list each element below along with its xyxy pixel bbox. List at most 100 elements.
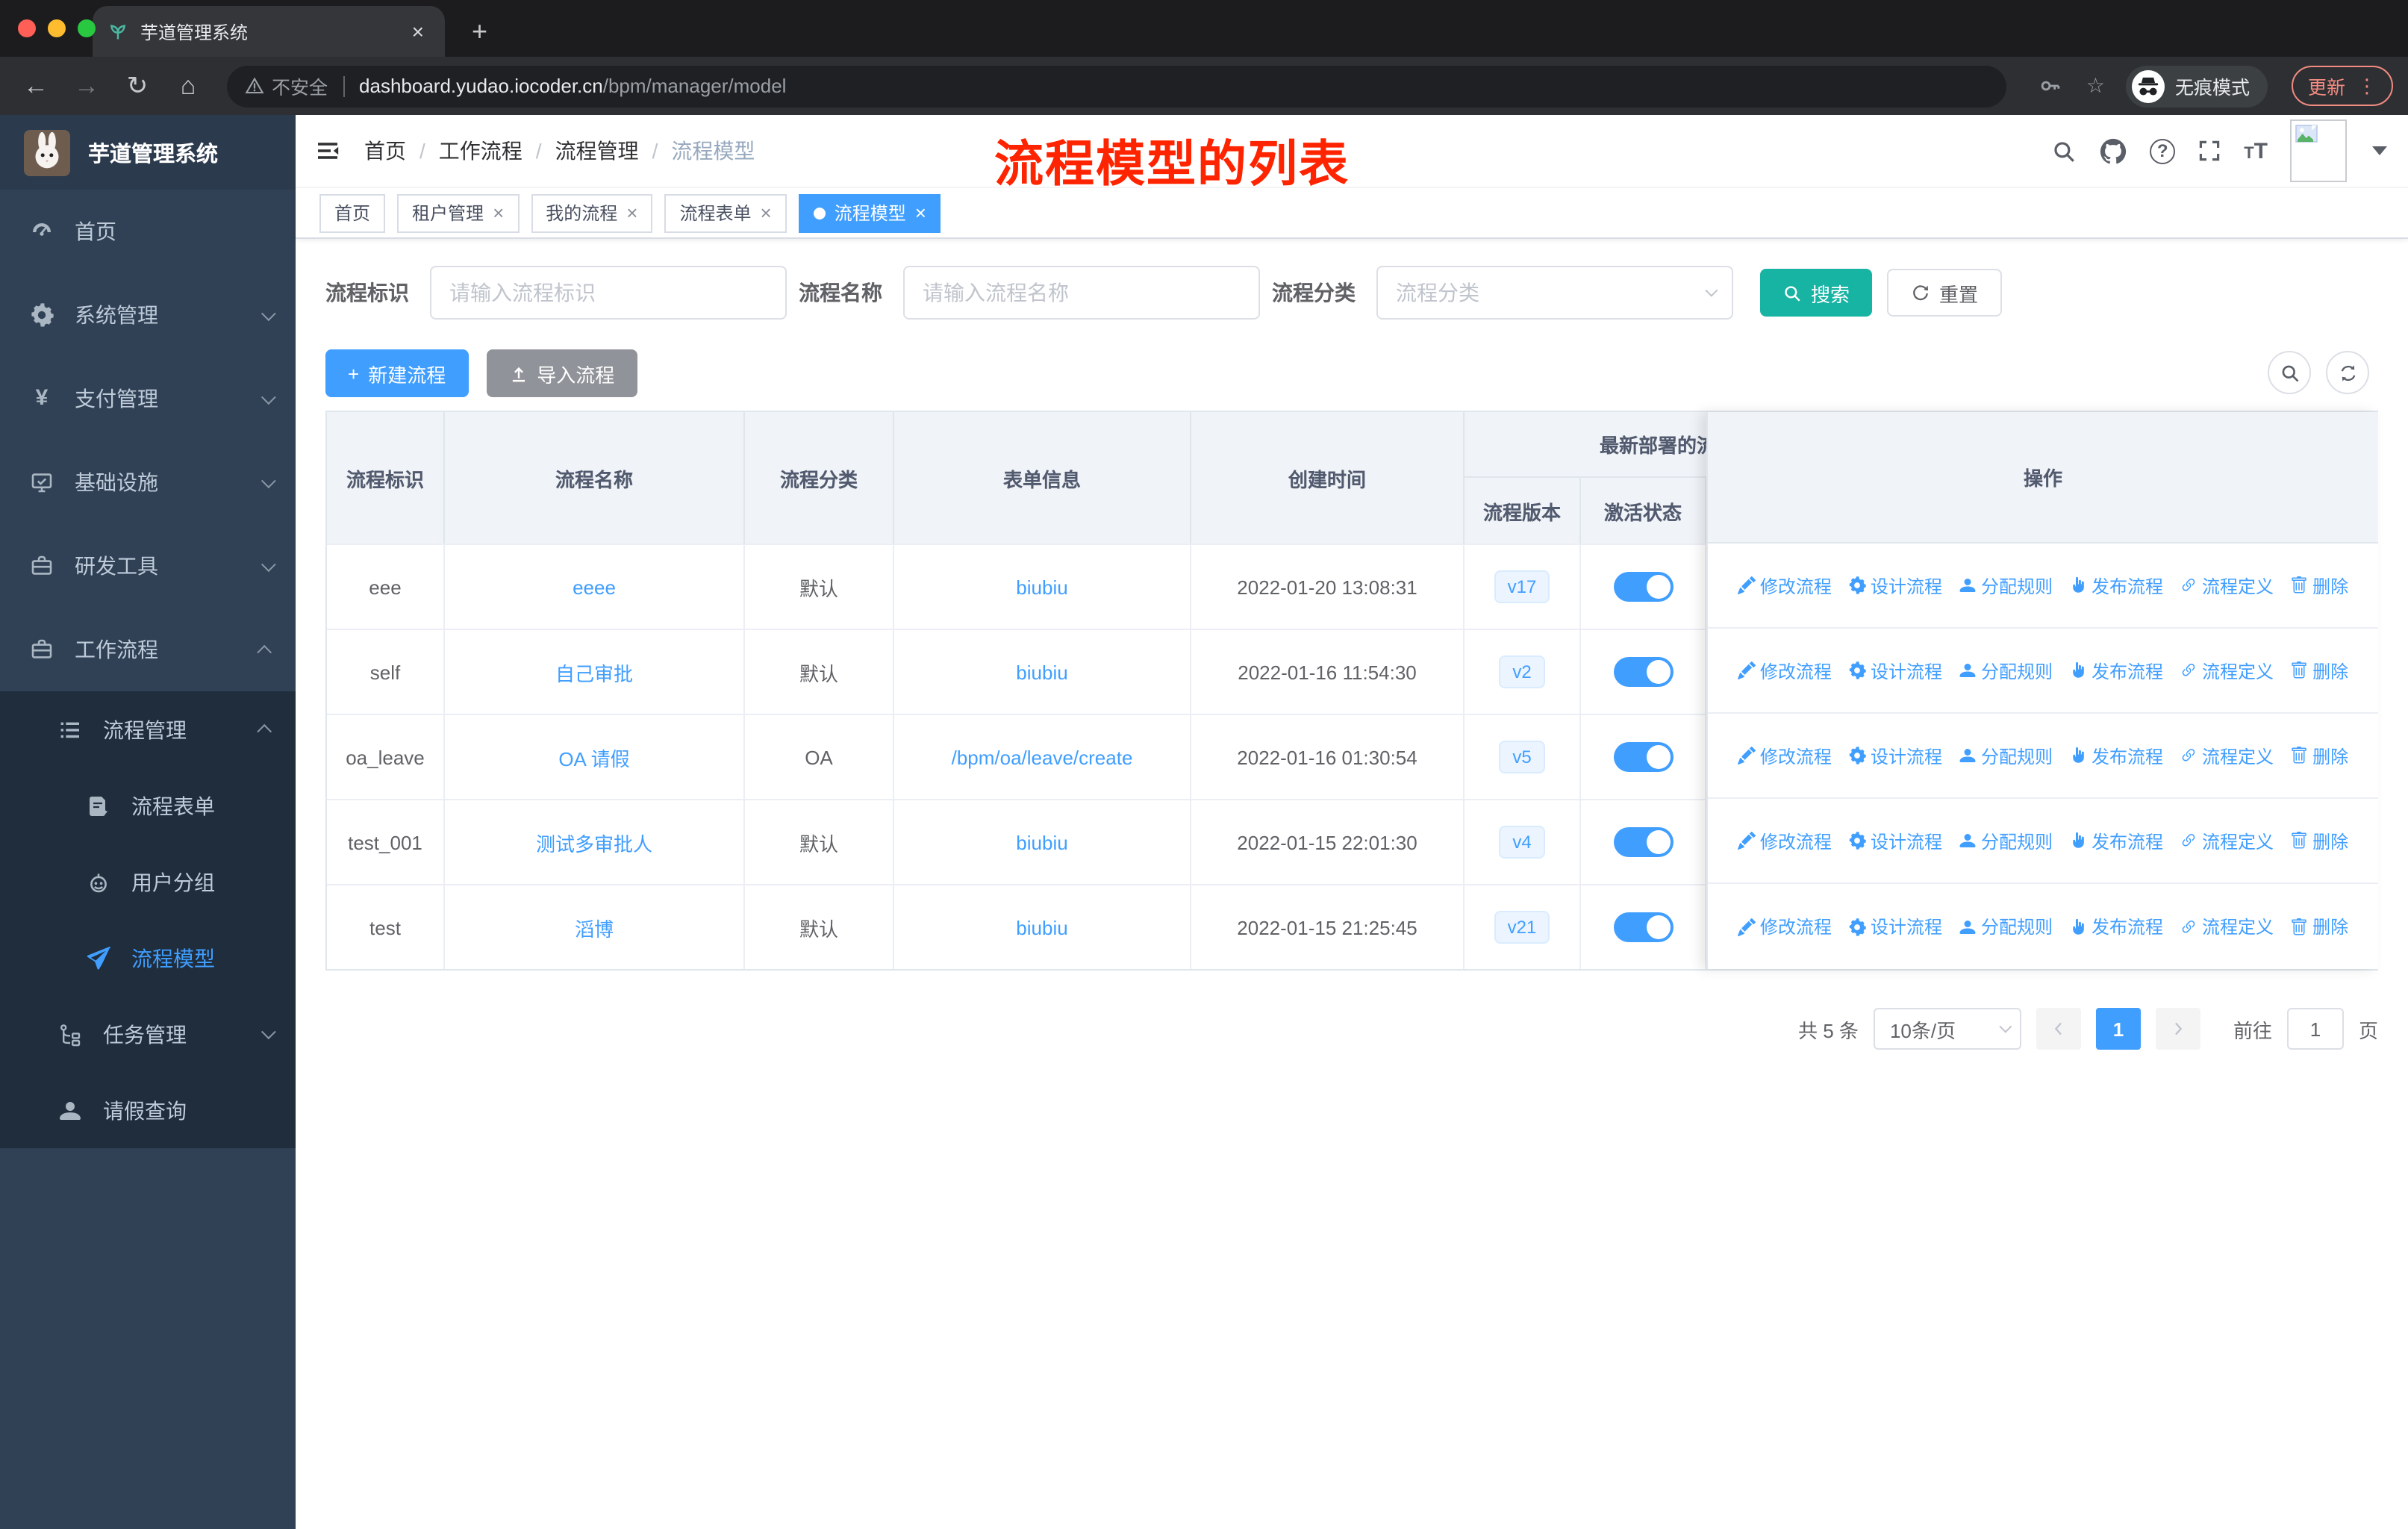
status-toggle[interactable] (1613, 827, 1673, 857)
status-toggle[interactable] (1613, 572, 1673, 602)
tag-my-process[interactable]: 我的流程 × (531, 193, 653, 232)
form-info-link[interactable]: biubiu (1016, 661, 1067, 683)
help-icon[interactable]: ? (2150, 138, 2176, 164)
publish-process-link[interactable]: 发布流程 (2069, 914, 2163, 939)
minimize-window-button[interactable] (48, 19, 66, 37)
publish-process-link[interactable]: 发布流程 (2069, 743, 2163, 768)
form-info-link[interactable]: biubiu (1016, 916, 1067, 938)
breadcrumb-home[interactable]: 首页 (364, 136, 406, 166)
assign-rule-link[interactable]: 分配规则 (1959, 743, 2053, 768)
user-avatar[interactable] (2290, 119, 2347, 182)
process-name-link[interactable]: 滔博 (575, 913, 614, 941)
close-icon[interactable]: × (915, 202, 926, 224)
home-button[interactable]: ⌂ (167, 71, 209, 101)
design-process-link[interactable]: 设计流程 (1848, 914, 1942, 939)
page-size-select[interactable]: 10条/页 (1873, 1008, 2021, 1050)
design-process-link[interactable]: 设计流程 (1848, 828, 1942, 853)
assign-rule-link[interactable]: 分配规则 (1959, 573, 2053, 598)
sidebar-item-payment[interactable]: ¥ 支付管理 (0, 357, 296, 440)
delete-link[interactable]: 删除 (2290, 573, 2348, 598)
process-definition-link[interactable]: 流程定义 (2180, 914, 2274, 939)
page-number-button[interactable]: 1 (2095, 1008, 2141, 1050)
form-info-link[interactable]: biubiu (1016, 831, 1067, 853)
next-page-button[interactable] (2155, 1008, 2200, 1050)
modify-process-link[interactable]: 修改流程 (1738, 743, 1832, 768)
sidebar-item-infrastructure[interactable]: 基础设施 (0, 440, 296, 524)
close-icon[interactable]: × (626, 202, 637, 224)
process-key-input[interactable] (430, 266, 787, 320)
forward-button[interactable]: → (66, 71, 107, 101)
status-toggle[interactable] (1613, 742, 1673, 772)
form-info-link[interactable]: biubiu (1016, 576, 1067, 598)
process-name-link[interactable]: 自己审批 (555, 658, 633, 686)
search-icon[interactable] (2051, 138, 2077, 164)
browser-tab[interactable]: 芋道管理系统 × (93, 6, 445, 57)
sidebar-item-process-model[interactable]: 流程模型 (0, 920, 296, 996)
security-status[interactable]: 不安全 (245, 72, 328, 100)
publish-process-link[interactable]: 发布流程 (2069, 658, 2163, 683)
import-process-button[interactable]: 导入流程 (486, 349, 637, 397)
design-process-link[interactable]: 设计流程 (1848, 743, 1942, 768)
tag-process-model[interactable]: 流程模型 × (798, 193, 941, 232)
collapse-sidebar-icon[interactable] (316, 139, 340, 163)
goto-page-input[interactable] (2286, 1008, 2344, 1050)
form-info-link[interactable]: /bpm/oa/leave/create (952, 746, 1133, 768)
process-definition-link[interactable]: 流程定义 (2180, 573, 2274, 598)
process-name-link[interactable]: eeee (573, 576, 616, 598)
publish-process-link[interactable]: 发布流程 (2069, 573, 2163, 598)
sidebar-item-task-management[interactable]: 任务管理 (0, 996, 296, 1072)
github-icon[interactable] (2099, 137, 2127, 165)
status-toggle[interactable] (1613, 657, 1673, 687)
delete-link[interactable]: 删除 (2290, 914, 2348, 939)
process-definition-link[interactable]: 流程定义 (2180, 828, 2274, 853)
publish-process-link[interactable]: 发布流程 (2069, 828, 2163, 853)
modify-process-link[interactable]: 修改流程 (1738, 914, 1832, 939)
tag-home[interactable]: 首页 (319, 193, 386, 232)
toggle-search-button[interactable] (2268, 351, 2311, 394)
process-name-link[interactable]: 测试多审批人 (536, 828, 652, 856)
sidebar-item-devtools[interactable]: 研发工具 (0, 524, 296, 608)
reset-button[interactable]: 重置 (1887, 269, 2003, 317)
tag-process-form[interactable]: 流程表单 × (664, 193, 787, 232)
new-tab-button[interactable]: + (460, 16, 499, 57)
delete-link[interactable]: 删除 (2290, 743, 2348, 768)
assign-rule-link[interactable]: 分配规则 (1959, 658, 2053, 683)
assign-rule-link[interactable]: 分配规则 (1959, 828, 2053, 853)
close-window-button[interactable] (18, 19, 36, 37)
refresh-table-button[interactable] (2326, 351, 2369, 394)
assign-rule-link[interactable]: 分配规则 (1959, 914, 2053, 939)
modify-process-link[interactable]: 修改流程 (1738, 658, 1832, 683)
design-process-link[interactable]: 设计流程 (1848, 658, 1942, 683)
browser-update-button[interactable]: 更新 ⋮ (2291, 66, 2393, 106)
prev-page-button[interactable] (2036, 1008, 2081, 1050)
fullscreen-icon[interactable] (2198, 139, 2221, 163)
address-bar[interactable]: 不安全 dashboard.yudao.iocoder.cn/bpm/manag… (227, 65, 2007, 107)
modify-process-link[interactable]: 修改流程 (1738, 828, 1832, 853)
sidebar-item-process-management[interactable]: 流程管理 (0, 691, 296, 767)
close-icon[interactable]: × (761, 202, 772, 224)
sidebar-item-home[interactable]: 首页 (0, 190, 296, 273)
sidebar-item-workflow[interactable]: 工作流程 (0, 608, 296, 691)
process-definition-link[interactable]: 流程定义 (2180, 658, 2274, 683)
sidebar-item-system[interactable]: 系统管理 (0, 273, 296, 357)
process-name-input[interactable] (903, 266, 1260, 320)
tag-tenant[interactable]: 租户管理 × (397, 193, 520, 232)
font-size-icon[interactable]: TT (2244, 138, 2268, 164)
back-button[interactable]: ← (15, 71, 57, 101)
password-key-icon[interactable] (2040, 75, 2062, 97)
search-button[interactable]: 搜索 (1760, 269, 1873, 317)
sidebar-item-process-form[interactable]: 流程表单 (0, 767, 296, 844)
design-process-link[interactable]: 设计流程 (1848, 573, 1942, 598)
status-toggle[interactable] (1613, 912, 1673, 942)
bookmark-star-icon[interactable]: ☆ (2086, 73, 2105, 99)
process-name-link[interactable]: OA 请假 (558, 743, 629, 771)
process-definition-link[interactable]: 流程定义 (2180, 743, 2274, 768)
reload-button[interactable]: ↻ (116, 71, 158, 101)
delete-link[interactable]: 删除 (2290, 828, 2348, 853)
browser-menu-icon[interactable]: ⋮ (2357, 74, 2377, 98)
close-tab-icon[interactable]: × (406, 19, 430, 43)
process-category-select[interactable]: 流程分类 (1376, 266, 1733, 320)
delete-link[interactable]: 删除 (2290, 658, 2348, 683)
close-icon[interactable]: × (493, 202, 504, 224)
sidebar-item-leave-query[interactable]: 请假查询 (0, 1072, 296, 1148)
